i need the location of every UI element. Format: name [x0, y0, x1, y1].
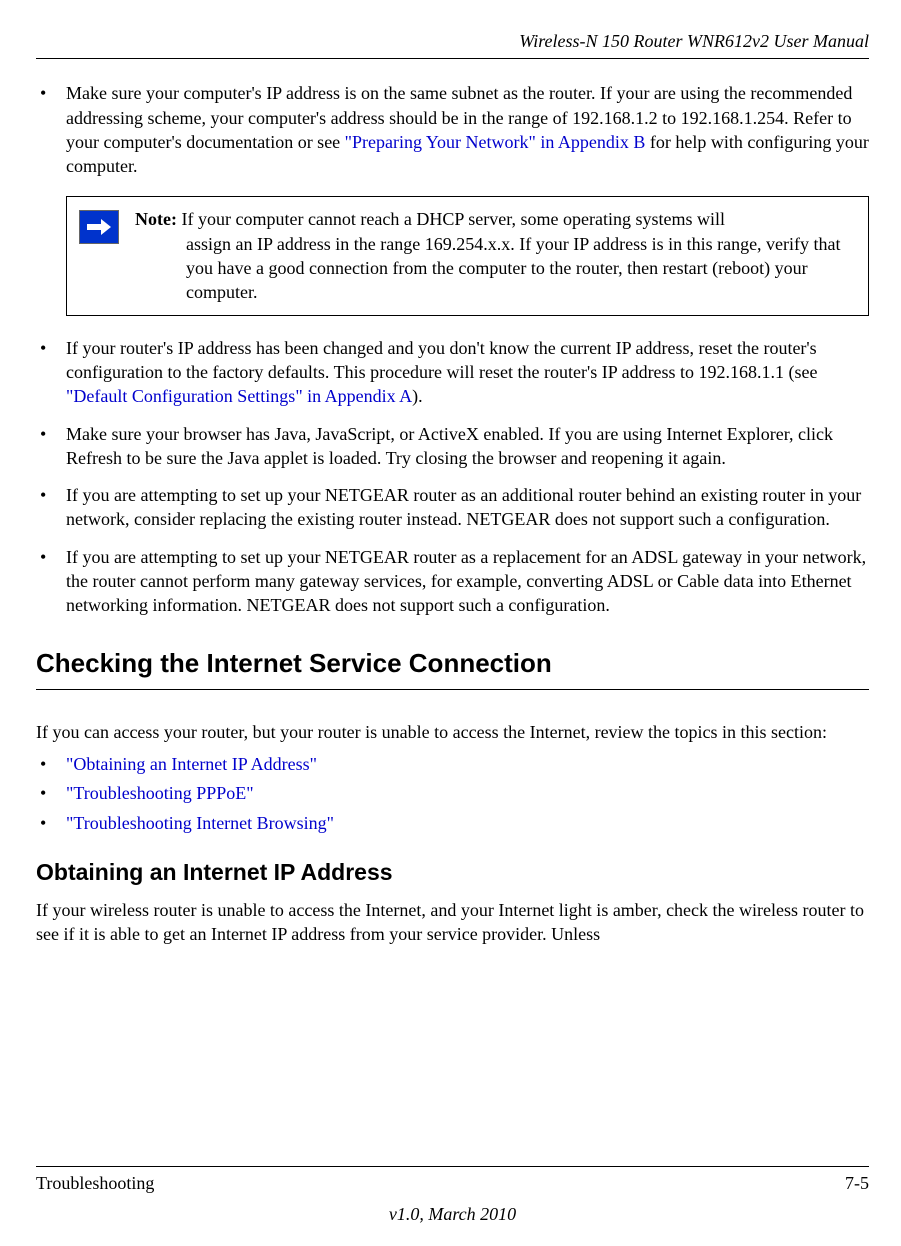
text-segment: If your router's IP address has been cha…: [66, 338, 818, 382]
subsection-para: If your wireless router is unable to acc…: [36, 898, 869, 947]
link-obtaining-ip[interactable]: "Obtaining an Internet IP Address": [66, 754, 317, 774]
bullet-marker: •: [36, 811, 66, 835]
footer-version: v1.0, March 2010: [36, 1202, 869, 1226]
footer: Troubleshooting 7-5 v1.0, March 2010: [36, 1166, 869, 1226]
bullet-marker: •: [36, 752, 66, 776]
note-body: If your computer cannot reach a DHCP ser…: [181, 209, 724, 229]
footer-rule: [36, 1166, 869, 1167]
link-default-config[interactable]: "Default Configuration Settings" in Appe…: [66, 386, 412, 406]
section-intro: If you can access your router, but your …: [36, 720, 869, 744]
note-box: Note: If your computer cannot reach a DH…: [66, 196, 869, 315]
bullet-marker: •: [36, 422, 66, 471]
content-area: • Make sure your computer's IP address i…: [36, 81, 869, 946]
bullet-marker: •: [36, 545, 66, 618]
arrow-right-icon: [79, 210, 119, 244]
link-troubleshooting-pppoe[interactable]: "Troubleshooting PPPoE": [66, 783, 254, 803]
bullet-marker: •: [36, 336, 66, 409]
list-item: • If you are attempting to set up your N…: [36, 483, 869, 532]
list-item: • If your router's IP address has been c…: [36, 336, 869, 409]
list-item-text: Make sure your browser has Java, JavaScr…: [66, 422, 869, 471]
text-segment: ).: [412, 386, 423, 406]
list-item: • If you are attempting to set up your N…: [36, 545, 869, 618]
header-rule: [36, 58, 869, 59]
list-item: • Make sure your browser has Java, JavaS…: [36, 422, 869, 471]
section-heading: Checking the Internet Service Connection: [36, 646, 869, 681]
link-troubleshooting-browsing[interactable]: "Troubleshooting Internet Browsing": [66, 813, 334, 833]
list-item-text: Make sure your computer's IP address is …: [66, 81, 869, 178]
note-label: Note:: [135, 209, 181, 229]
list-item: • "Troubleshooting Internet Browsing": [36, 811, 869, 835]
note-text: Note: If your computer cannot reach a DH…: [131, 207, 858, 304]
list-item-text: If you are attempting to set up your NET…: [66, 545, 869, 618]
subsection-heading: Obtaining an Internet IP Address: [36, 857, 869, 888]
section-rule: [36, 689, 869, 690]
list-item-text: If you are attempting to set up your NET…: [66, 483, 869, 532]
list-item: • "Troubleshooting PPPoE": [36, 781, 869, 805]
list-item: • "Obtaining an Internet IP Address": [36, 752, 869, 776]
list-item: • Make sure your computer's IP address i…: [36, 81, 869, 178]
header-title: Wireless-N 150 Router WNR612v2 User Manu…: [36, 29, 869, 53]
bullet-marker: •: [36, 781, 66, 805]
note-continuation: assign an IP address in the range 169.25…: [135, 232, 858, 305]
footer-page-number: 7-5: [845, 1171, 869, 1195]
note-icon-wrap: [79, 207, 131, 304]
footer-section-name: Troubleshooting: [36, 1171, 154, 1195]
bullet-marker: •: [36, 81, 66, 178]
link-preparing-network[interactable]: "Preparing Your Network" in Appendix B: [345, 132, 646, 152]
list-item-text: If your router's IP address has been cha…: [66, 336, 869, 409]
bullet-marker: •: [36, 483, 66, 532]
link-list: • "Obtaining an Internet IP Address" • "…: [36, 752, 869, 835]
